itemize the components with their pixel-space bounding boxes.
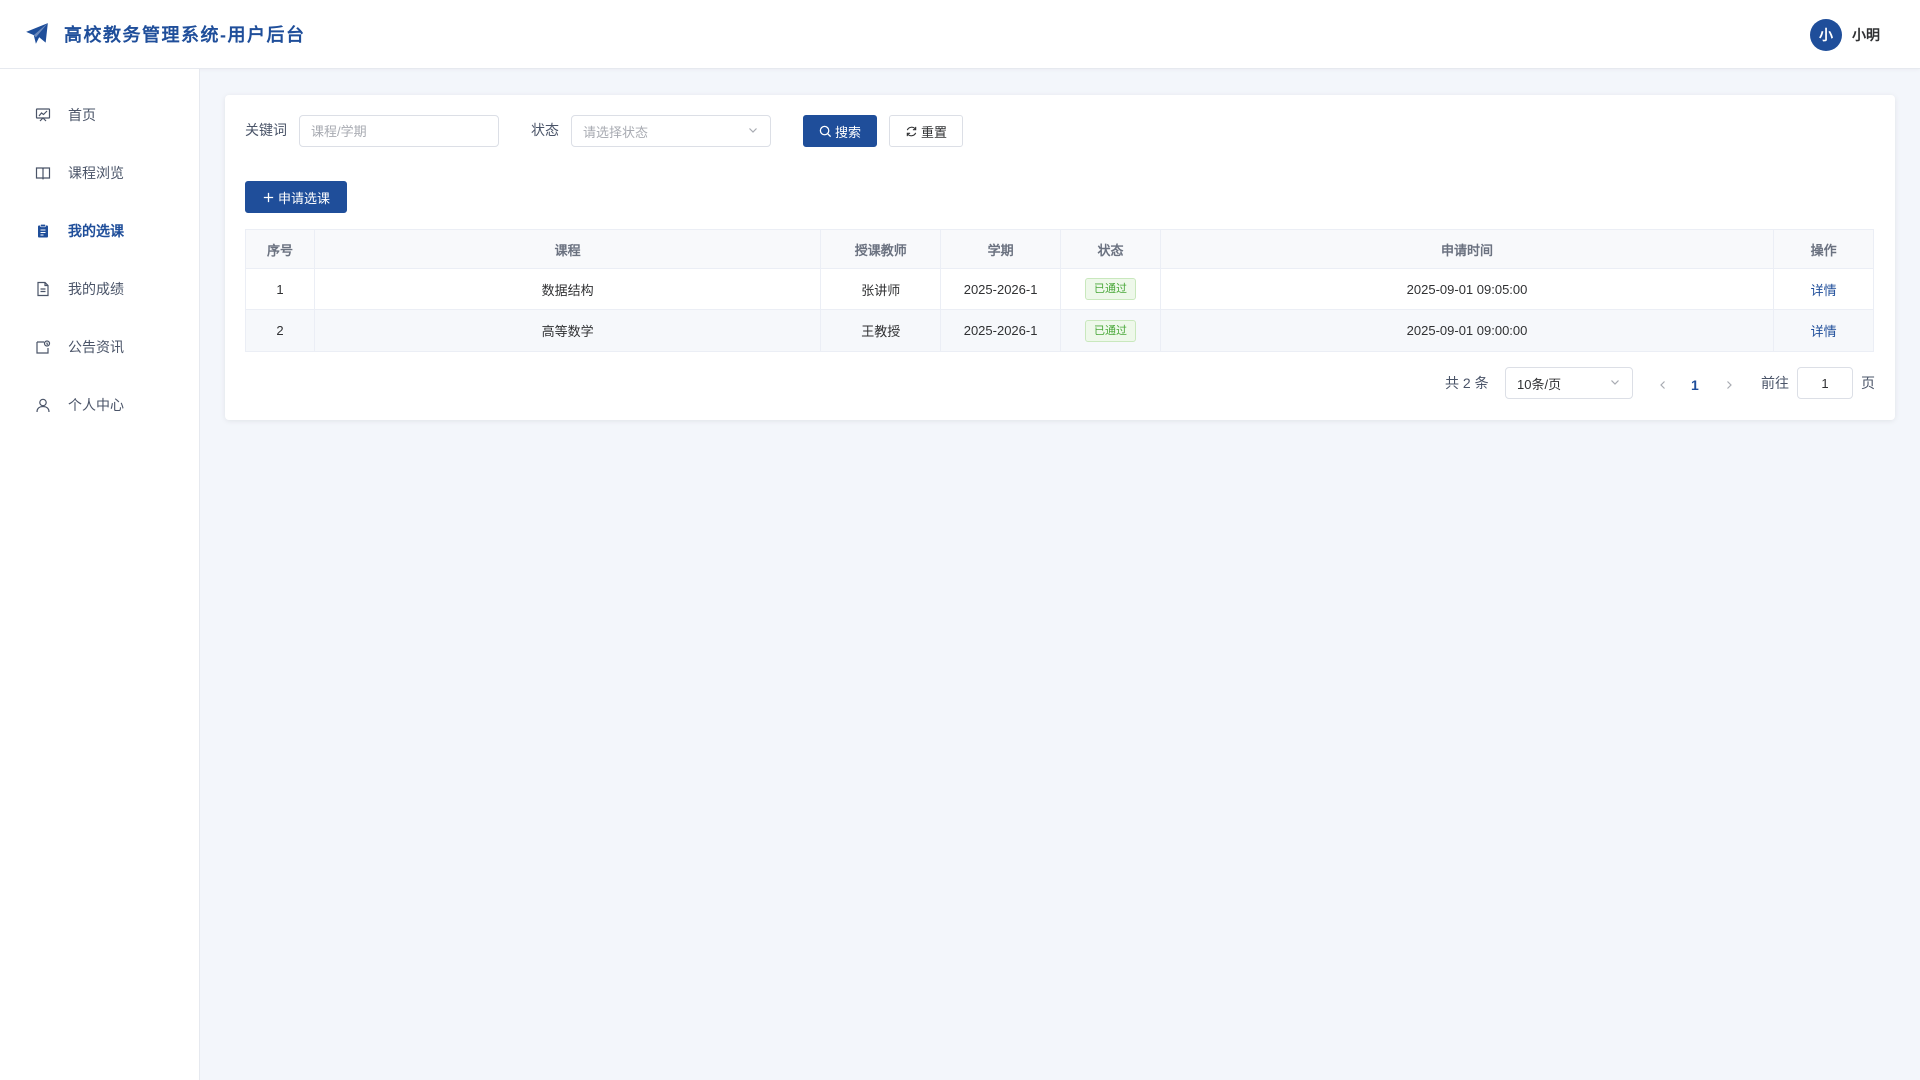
username[interactable]: 小明 [1852, 25, 1880, 45]
page-size-value: 10条/页 [1517, 376, 1562, 392]
document-icon [34, 280, 52, 298]
goto-label: 前往 [1761, 375, 1789, 391]
cell-action: 详情 [1774, 310, 1873, 351]
cell-course: 数据结构 [315, 269, 822, 309]
status-badge: 已通过 [1084, 319, 1136, 342]
prev-page-button[interactable] [1653, 375, 1673, 395]
sidebar-item-grades[interactable]: 我的成绩 [0, 265, 199, 313]
brand[interactable]: 高校教务管理系统-用户后台 [24, 21, 306, 47]
apply-course-label: 申请选课 [277, 190, 330, 206]
table-row[interactable]: 1 数据结构 张讲师 2025-2026-1 已通过 2025-09-01 09… [246, 269, 1873, 310]
goto-page-input[interactable] [1797, 367, 1853, 399]
col-header-course[interactable]: 课程 [315, 230, 822, 268]
sidebar-item-label: 我的选课 [68, 223, 124, 239]
content-card: 关键词 状态 请选择状态 搜索 重置 申请选课 序号 课程 授课教师 学期 状态 [225, 95, 1895, 420]
reset-button[interactable]: 重置 [889, 115, 963, 147]
search-icon [819, 125, 832, 138]
status-select-placeholder: 请选择状态 [583, 124, 649, 140]
search-button-label: 搜索 [834, 124, 861, 140]
clipboard-icon [34, 222, 52, 240]
sidebar-item-courses[interactable]: 课程浏览 [0, 149, 199, 197]
app-title: 高校教务管理系统-用户后台 [64, 25, 306, 45]
col-header-status[interactable]: 状态 [1061, 230, 1161, 268]
cell-term: 2025-2026-1 [941, 269, 1062, 309]
keyword-label: 关键词 [245, 122, 287, 138]
user-icon [34, 396, 52, 414]
keyword-input[interactable] [299, 115, 499, 147]
cell-time: 2025-09-01 09:00:00 [1161, 310, 1775, 351]
col-header-term[interactable]: 学期 [941, 230, 1062, 268]
paper-plane-icon [24, 21, 50, 47]
reset-button-label: 重置 [920, 124, 947, 140]
refresh-icon [905, 125, 918, 138]
page-number-current[interactable]: 1 [1691, 375, 1699, 395]
apply-course-button[interactable]: 申请选课 [245, 181, 347, 213]
cell-teacher: 王教授 [821, 310, 942, 351]
chevron-down-icon [1609, 376, 1621, 391]
avatar[interactable]: 小 [1810, 19, 1842, 51]
sidebar-item-my-courses[interactable]: 我的选课 [0, 207, 199, 255]
sidebar-item-notices[interactable]: 公告资讯 [0, 323, 199, 371]
course-table: 序号 课程 授课教师 学期 状态 申请时间 操作 1 数据结构 张讲师 2025… [245, 229, 1874, 352]
search-button[interactable]: 搜索 [803, 115, 877, 147]
cell-status: 已通过 [1061, 310, 1161, 351]
top-header: 高校教务管理系统-用户后台 小 小明 [0, 0, 1920, 69]
col-header-time[interactable]: 申请时间 [1161, 230, 1775, 268]
table-row[interactable]: 2 高等数学 王教授 2025-2026-1 已通过 2025-09-01 09… [246, 310, 1873, 351]
notice-icon [34, 338, 52, 356]
book-icon [34, 164, 52, 182]
page-suffix-label: 页 [1861, 375, 1875, 391]
cell-index: 2 [246, 310, 315, 351]
table-header: 序号 课程 授课教师 学期 状态 申请时间 操作 [246, 230, 1873, 269]
sidebar-item-home[interactable]: 首页 [0, 91, 199, 139]
cell-index: 1 [246, 269, 315, 309]
sidebar-item-label: 个人中心 [68, 397, 124, 413]
pagination-total: 共 2 条 [1445, 375, 1489, 391]
sidebar-item-profile[interactable]: 个人中心 [0, 381, 199, 429]
next-page-button[interactable] [1719, 375, 1739, 395]
cell-time: 2025-09-01 09:05:00 [1161, 269, 1775, 309]
sidebar-item-label: 我的成绩 [68, 281, 124, 297]
dashboard-icon [34, 106, 52, 124]
cell-action: 详情 [1774, 269, 1873, 309]
detail-link[interactable]: 详情 [1811, 280, 1837, 299]
status-select[interactable]: 请选择状态 [571, 115, 771, 147]
plus-icon [262, 191, 275, 204]
status-badge: 已通过 [1084, 278, 1136, 300]
cell-status: 已通过 [1061, 269, 1161, 309]
cell-teacher: 张讲师 [821, 269, 942, 309]
cell-course: 高等数学 [315, 310, 822, 351]
sidebar-item-label: 课程浏览 [68, 165, 124, 181]
col-header-index[interactable]: 序号 [246, 230, 315, 268]
col-header-teacher[interactable]: 授课教师 [821, 230, 942, 268]
page-size-select[interactable]: 10条/页 [1505, 367, 1633, 399]
detail-link[interactable]: 详情 [1811, 321, 1837, 340]
user-menu[interactable]: 小 小明 [1810, 19, 1880, 51]
sidebar-item-label: 首页 [68, 107, 96, 123]
cell-term: 2025-2026-1 [941, 310, 1062, 351]
sidebar: 首页 课程浏览 我的选课 我的成绩 公告资讯 个人中心 [0, 69, 200, 1080]
status-label: 状态 [531, 122, 559, 138]
sidebar-item-label: 公告资讯 [68, 339, 124, 355]
col-header-action[interactable]: 操作 [1774, 230, 1873, 268]
chevron-down-icon [747, 124, 759, 139]
